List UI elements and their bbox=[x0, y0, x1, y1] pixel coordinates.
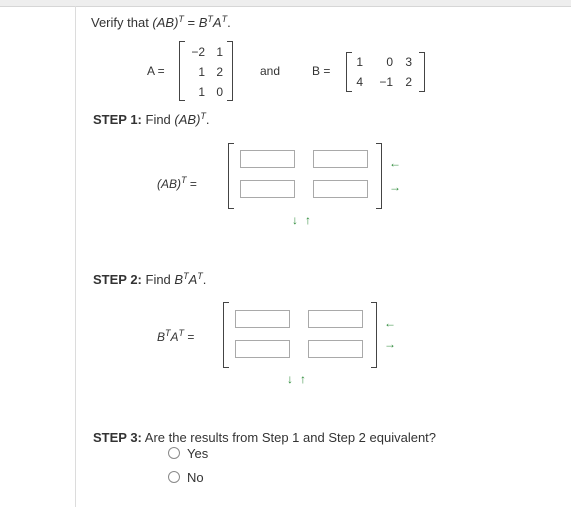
matrix-b-cell: 1 bbox=[356, 55, 363, 69]
top-bar bbox=[0, 0, 571, 7]
matrix-a-cell: 1 bbox=[216, 45, 223, 59]
lhs-expr: (AB) bbox=[157, 177, 181, 191]
step-period: . bbox=[202, 272, 207, 287]
radio-yes[interactable] bbox=[168, 447, 180, 459]
matrix-a-cell: 2 bbox=[216, 65, 223, 79]
step-2-lhs: BTAT = bbox=[157, 329, 195, 345]
arrow-right-icon[interactable]: → bbox=[389, 181, 401, 193]
lhs-equals: = bbox=[184, 330, 195, 344]
step-period: . bbox=[205, 112, 210, 127]
matrix-b-cell: 4 bbox=[356, 75, 363, 89]
step-1-heading: STEP 1: Find (AB)T. bbox=[93, 112, 210, 128]
eq-equals: = bbox=[183, 15, 199, 30]
step-text: Find bbox=[141, 112, 175, 127]
lhs-a: A bbox=[170, 330, 179, 344]
step-1-lhs: (AB)T = bbox=[157, 176, 197, 192]
step-2-input-r1c1[interactable] bbox=[235, 310, 290, 328]
bracket-left bbox=[223, 302, 229, 368]
arrow-up-icon[interactable]: ↑ bbox=[300, 373, 306, 385]
step-label: STEP 1: bbox=[93, 112, 142, 127]
step-1-input-r1c2[interactable] bbox=[313, 150, 368, 168]
radio-no[interactable] bbox=[168, 471, 180, 483]
bracket-right bbox=[371, 302, 377, 368]
problem-statement: Verify that (AB)T = BTAT. bbox=[91, 15, 231, 31]
arrow-down-icon[interactable]: ↓ bbox=[292, 214, 298, 226]
eq-a: A bbox=[212, 15, 222, 30]
step-label: STEP 2: bbox=[93, 272, 142, 287]
content-divider bbox=[75, 6, 76, 507]
step-2-heading: STEP 2: Find BTAT. bbox=[93, 272, 207, 288]
matrix-b-cell: 3 bbox=[405, 55, 412, 69]
option-no-label: No bbox=[187, 470, 204, 485]
problem-text: Verify that bbox=[91, 15, 153, 30]
matrix-b-label: B = bbox=[312, 64, 331, 78]
step-1-input-r2c1[interactable] bbox=[240, 180, 295, 198]
lhs-b: B bbox=[157, 330, 166, 344]
arrow-left-icon[interactable]: ← bbox=[384, 317, 396, 329]
step-2-input-r1c2[interactable] bbox=[308, 310, 363, 328]
step-question: Are the results from Step 1 and Step 2 e… bbox=[141, 430, 437, 445]
lhs-equals: = bbox=[186, 177, 197, 191]
matrix-a-label: A = bbox=[147, 64, 165, 78]
option-yes-label: Yes bbox=[187, 446, 209, 461]
step-2-input-r2c1[interactable] bbox=[235, 340, 290, 358]
bracket-right bbox=[227, 41, 233, 101]
step-b: B bbox=[174, 272, 184, 287]
step-3-heading: STEP 3: Are the results from Step 1 and … bbox=[93, 430, 436, 445]
arrow-down-icon[interactable]: ↓ bbox=[287, 373, 293, 385]
eq-period: . bbox=[227, 15, 231, 30]
matrix-b-cell: 2 bbox=[405, 75, 412, 89]
eq-ab: (AB) bbox=[152, 15, 179, 30]
step-2-input-r2c2[interactable] bbox=[308, 340, 363, 358]
matrix-a-cell: 0 bbox=[216, 85, 223, 99]
arrow-up-icon[interactable]: ↑ bbox=[305, 214, 311, 226]
bracket-left bbox=[228, 143, 234, 209]
arrow-right-icon[interactable]: → bbox=[384, 338, 396, 350]
arrow-left-icon[interactable]: ← bbox=[389, 157, 401, 169]
step-expr: (AB) bbox=[174, 112, 201, 127]
bracket-right bbox=[376, 143, 382, 209]
step-label: STEP 3: bbox=[93, 430, 142, 445]
step-1-input-r1c1[interactable] bbox=[240, 150, 295, 168]
step-a: A bbox=[188, 272, 198, 287]
step-text: Find bbox=[141, 272, 175, 287]
bracket-right bbox=[419, 52, 425, 92]
step-1-input-r2c2[interactable] bbox=[313, 180, 368, 198]
and-label: and bbox=[260, 64, 281, 78]
